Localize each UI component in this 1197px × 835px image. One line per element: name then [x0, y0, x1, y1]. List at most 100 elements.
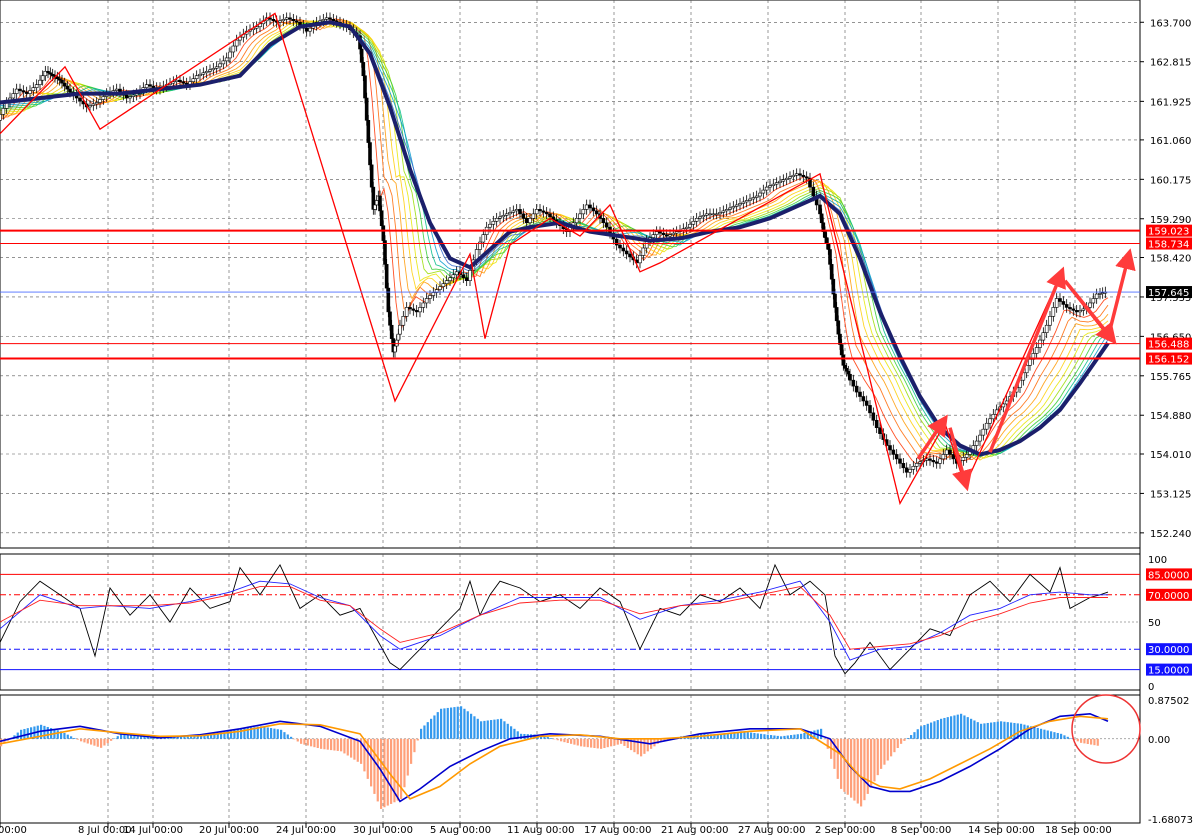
- macd-histogram-bar: [433, 715, 436, 739]
- macd-histogram-bar: [1040, 728, 1043, 739]
- macd-histogram-bar: [103, 738, 106, 746]
- macd-histogram-bar: [270, 728, 273, 739]
- macd-histogram-bar: [606, 738, 609, 748]
- candle: [504, 213, 509, 216]
- macd-histogram-bar: [840, 738, 843, 789]
- x-tick-label: 18 Sep 00:00: [1045, 825, 1112, 835]
- candle: [514, 209, 519, 212]
- candle: [414, 310, 419, 313]
- macd-histogram-bar: [73, 737, 76, 739]
- macd-histogram-bar: [493, 719, 496, 739]
- macd-histogram-bar: [756, 733, 759, 739]
- candle: [14, 88, 19, 94]
- macd-histogram-bar: [313, 738, 316, 748]
- candle: [451, 274, 456, 279]
- macd-tick-label: 0.87502: [1148, 696, 1189, 707]
- rsi-level-label: 15.0000: [1148, 666, 1189, 677]
- macd-histogram-bar: [970, 718, 973, 739]
- trading-chart[interactable]: 163.700 162.815 161.925 161.060 160.175 159.2…: [0, 0, 1197, 835]
- candle: [908, 468, 912, 473]
- candle: [798, 173, 802, 176]
- macd-histogram-bar: [470, 713, 473, 739]
- candle: [1094, 293, 1099, 299]
- candle: [651, 234, 656, 238]
- x-tick-label: 20 Jul 00:00: [199, 825, 259, 835]
- candle: [321, 19, 326, 22]
- candle: [468, 269, 472, 281]
- candle: [624, 250, 629, 255]
- candle: [234, 39, 239, 47]
- candle: [731, 206, 736, 209]
- macd-histogram-bar: [956, 714, 959, 739]
- macd-tick-label: 0.00: [1148, 735, 1170, 746]
- candle: [328, 17, 332, 20]
- macd-histogram-bar: [560, 738, 563, 742]
- macd-histogram-bar: [110, 738, 113, 741]
- candle: [914, 463, 919, 467]
- price-tick-label: 154.010: [1150, 450, 1191, 461]
- candle: [774, 182, 779, 185]
- candle: [833, 293, 837, 308]
- candle: [846, 370, 851, 375]
- macd-tick-label: -1.68073: [1148, 815, 1193, 826]
- macd-histogram-bar: [966, 717, 969, 739]
- candle: [826, 243, 831, 250]
- rsi-tick-label: 100: [1148, 555, 1167, 566]
- candle: [194, 75, 199, 80]
- macd-histogram-bar: [586, 738, 589, 748]
- macd-histogram-bar: [113, 738, 116, 739]
- candle: [741, 201, 746, 204]
- macd-histogram-bar: [1076, 738, 1079, 742]
- macd-histogram-bar: [320, 738, 323, 749]
- x-tick-label: 8 Sep 00:00: [891, 825, 951, 835]
- price-tick-label: 159.290: [1150, 215, 1191, 226]
- candle: [291, 19, 296, 22]
- candle: [694, 218, 699, 222]
- candle: [88, 105, 92, 108]
- candle: [748, 198, 752, 201]
- price-tick-label: 161.925: [1150, 97, 1191, 108]
- candle: [448, 277, 452, 281]
- candle: [819, 213, 824, 224]
- macd-histogram-bar: [380, 738, 383, 809]
- candle: [1074, 310, 1079, 313]
- candle: [511, 210, 516, 213]
- candle: [204, 70, 209, 74]
- candle: [101, 96, 106, 100]
- price-tick-label: 160.175: [1150, 175, 1191, 186]
- macd-histogram-bar: [66, 734, 69, 739]
- macd-histogram-bar: [293, 738, 296, 740]
- macd-histogram-bar: [720, 734, 723, 739]
- macd-histogram-bar: [70, 736, 73, 739]
- macd-histogram-bar: [423, 725, 426, 739]
- candle: [671, 232, 676, 235]
- macd-histogram-bar: [310, 738, 313, 747]
- macd-histogram-bar: [416, 738, 419, 741]
- macd-histogram-bar: [1050, 731, 1053, 739]
- candle: [991, 414, 996, 420]
- candle: [464, 277, 469, 281]
- candle: [218, 63, 222, 68]
- macd-histogram-bar: [46, 726, 49, 739]
- macd-histogram-bar: [496, 719, 499, 739]
- macd-histogram-bar: [903, 738, 906, 741]
- x-tick-label: 5 Aug 00:00: [430, 825, 491, 835]
- macd-histogram-bar: [1063, 735, 1066, 739]
- macd-histogram-bar: [96, 738, 99, 747]
- macd-histogram-bar: [56, 730, 59, 739]
- macd-histogram-bar: [20, 729, 23, 739]
- macd-histogram-bar: [573, 738, 576, 745]
- candle: [228, 51, 232, 59]
- candle: [684, 226, 689, 230]
- candle: [829, 264, 834, 280]
- macd-histogram-bar: [283, 732, 286, 739]
- macd-histogram-bar: [1066, 736, 1069, 739]
- candle: [864, 400, 869, 406]
- x-tick-label: 11 Aug 00:00: [507, 825, 574, 835]
- macd-histogram-bar: [846, 738, 849, 795]
- candle: [271, 19, 276, 22]
- candle: [1051, 307, 1056, 317]
- macd-histogram-bar: [860, 738, 863, 807]
- macd-histogram-bar: [973, 720, 976, 739]
- candle: [1058, 298, 1062, 302]
